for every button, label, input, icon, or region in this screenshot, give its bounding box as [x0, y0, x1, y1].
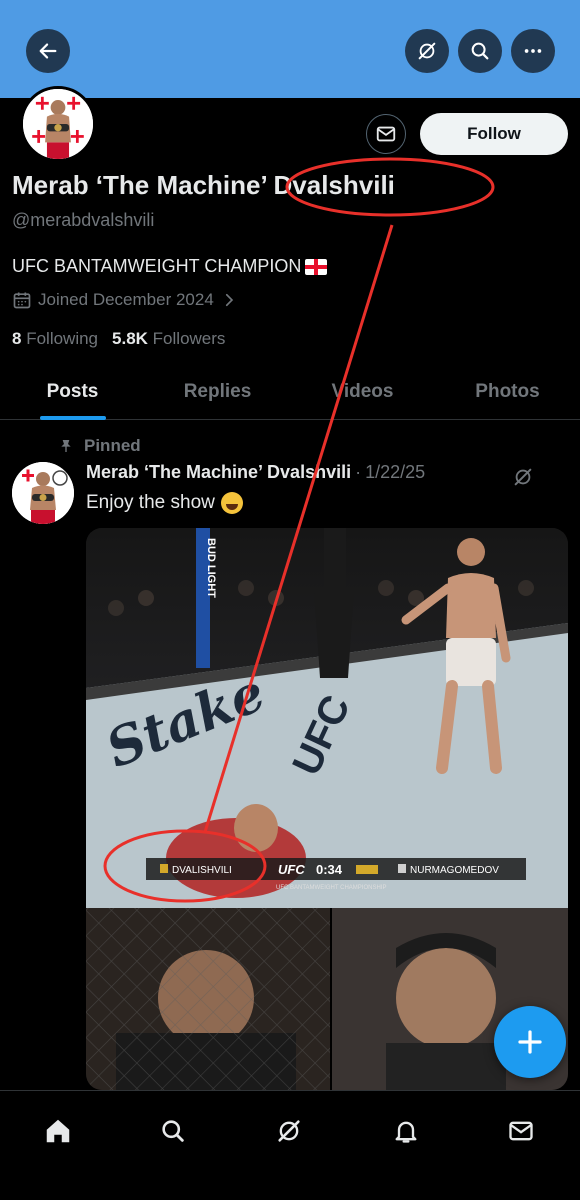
mail-icon [376, 126, 396, 142]
followers-link[interactable]: 5.8K Followers [112, 329, 225, 349]
search-icon [471, 42, 489, 60]
media-banner-time: 0:34 [316, 862, 343, 877]
arrow-left-icon [39, 43, 57, 59]
bio-text: UFC BANTAMWEIGHT CHAMPION [12, 256, 302, 276]
post-text-content: Enjoy the show [86, 492, 215, 513]
post-media[interactable]: BUD LIGHT Stake UFC DVALISHVILI UFC 0:34… [86, 528, 568, 1090]
search-button[interactable] [458, 29, 502, 73]
calendar-icon [13, 292, 31, 309]
mail-icon [509, 1121, 533, 1141]
nav-messages[interactable] [499, 1109, 543, 1153]
post-grok-button[interactable] [512, 466, 534, 493]
media-banner-right-name: NURMAGOMEDOV [410, 865, 499, 876]
more-button[interactable] [511, 29, 555, 73]
grok-icon [514, 468, 532, 486]
profile-bio: UFC BANTAMWEIGHT CHAMPION [12, 256, 328, 277]
nav-grok[interactable] [267, 1109, 311, 1153]
media-banner-org: UFC [278, 862, 305, 877]
joined-date[interactable]: Joined December 2024 [12, 290, 238, 310]
pinned-indicator: Pinned [58, 436, 141, 456]
fight-photo[interactable]: BUD LIGHT Stake UFC DVALISHVILI UFC 0:34… [86, 528, 568, 1090]
post-header: Merab ‘The Machine’ Dvalshvili · 1/22/25 [86, 462, 566, 483]
following-label: Following [26, 329, 99, 348]
profile-handle: @merabdvalshvili [12, 210, 155, 230]
media-banner-left-name: DVALISHVILI [172, 865, 232, 876]
following-link[interactable]: 8 Following [12, 329, 98, 349]
pin-icon [61, 440, 71, 452]
media-banner-subtitle: UFC BANTAMWEIGHT CHAMPIONSHIP [276, 885, 386, 891]
post-avatar[interactable] [12, 462, 74, 524]
pinned-label: Pinned [84, 436, 141, 455]
grok-button[interactable] [405, 29, 449, 73]
bell-icon [395, 1121, 417, 1143]
profile-avatar[interactable] [20, 86, 96, 162]
tab-posts[interactable]: Posts [0, 364, 145, 419]
compose-button[interactable] [494, 1006, 566, 1078]
back-button[interactable] [26, 29, 70, 73]
joined-text: Joined December 2024 [38, 290, 214, 309]
grok-icon [278, 1120, 300, 1142]
profile-tabs: Posts Replies Videos Photos [0, 364, 580, 420]
post-author-name[interactable]: Merab ‘The Machine’ Dvalshvili [86, 462, 351, 483]
bottom-nav [0, 1090, 580, 1200]
post-date[interactable]: 1/22/25 [365, 462, 425, 483]
following-count: 8 [12, 329, 22, 348]
follow-button[interactable]: Follow [420, 113, 568, 155]
tab-photos[interactable]: Photos [435, 364, 580, 419]
tab-videos[interactable]: Videos [290, 364, 435, 419]
nav-search[interactable] [151, 1109, 195, 1153]
nav-notifications[interactable] [384, 1109, 428, 1153]
cage-sponsor: BUD LIGHT [205, 538, 217, 598]
tab-replies[interactable]: Replies [145, 364, 290, 419]
profile-stats: 8 Following 5.8K Followers [12, 329, 225, 349]
followers-label: Followers [152, 329, 226, 348]
message-button[interactable] [366, 114, 406, 154]
grok-icon [418, 42, 436, 60]
plus-icon [518, 1030, 542, 1054]
face-with-tears-of-joy-emoji [220, 492, 243, 514]
chevron-right-icon [225, 293, 233, 307]
post-text: Enjoy the show [86, 492, 243, 514]
search-icon [162, 1120, 184, 1142]
georgia-flag-emoji [305, 258, 328, 275]
home-icon [46, 1119, 70, 1143]
followers-count: 5.8K [112, 329, 148, 348]
post-separator: · [355, 462, 362, 482]
profile-display-name: Merab ‘The Machine’ Dvalshvili [12, 170, 395, 200]
more-horizontal-icon [524, 49, 542, 53]
nav-home[interactable] [36, 1109, 80, 1153]
